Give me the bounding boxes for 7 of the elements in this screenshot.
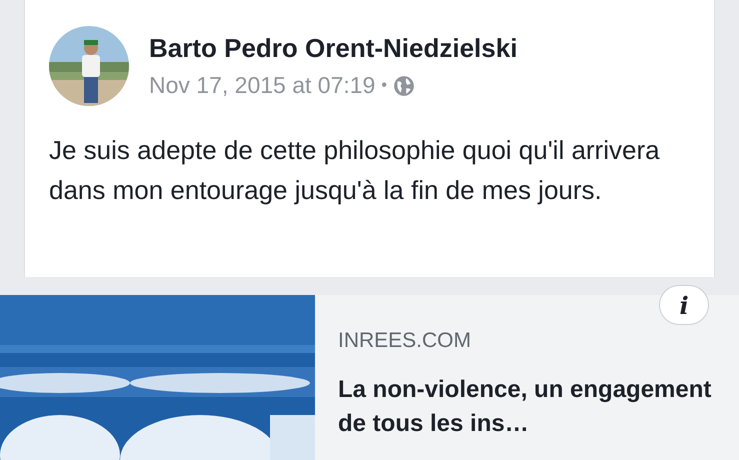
post-text: Je suis adepte de cette philosophie quoi qu'il arrivera dans mon entourage jusqu'à la fin de mes jours. xyxy=(49,134,661,207)
author-name[interactable]: Barto Pedro Orent-Niedzielski xyxy=(149,33,518,64)
info-button[interactable]: i xyxy=(659,285,709,325)
separator: • xyxy=(381,76,387,94)
link-domain: INREES.COM xyxy=(338,329,472,353)
link-title[interactable]: La non-violence, un engagement de tous les ins… xyxy=(338,373,728,441)
globe-icon xyxy=(392,74,415,96)
